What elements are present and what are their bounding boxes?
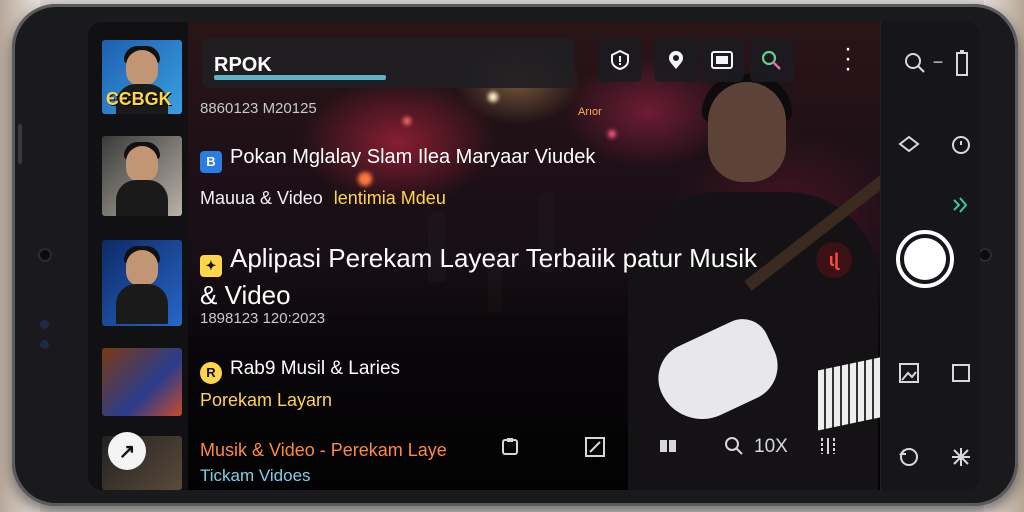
sensor-icon — [40, 320, 49, 329]
subtitle-main: Mauua & Video — [200, 188, 323, 208]
alert-shield-icon[interactable] — [598, 38, 642, 82]
list-item-title[interactable]: B Pokan Mglalay Slam Ilea Maryaar Viudek — [200, 146, 595, 173]
phone-frame: Arıor ЄЄBGK ↗ RPOK · · · 8860123 M20125 … — [12, 4, 1018, 506]
phone-side-button — [18, 124, 22, 164]
more-vertical-icon[interactable]: · · · — [840, 37, 856, 81]
thumb-face — [126, 146, 158, 182]
front-camera-icon — [38, 248, 52, 262]
list-item-meta: 1898123 120:2023 — [200, 310, 326, 327]
list-item-title-text: Pokan Mglalay Slam Ilea Maryaar Viudek — [230, 146, 596, 168]
subtitle-accent: lentimia Mdeu — [333, 188, 446, 208]
stage-light — [403, 117, 411, 125]
list-item-subtitle: Mauua & Video lentimia Mdeu — [200, 188, 446, 209]
list-item-title-featured[interactable]: ✦ Aplipasi Perekam Layear Terbaiik patur … — [200, 240, 760, 313]
battery-icon — [952, 48, 972, 78]
sensor-icon — [40, 340, 49, 349]
app-badge-icon: ✦ — [200, 255, 222, 277]
thumbnail-3[interactable] — [102, 240, 182, 326]
list-item-title-text: Aplipasi Perekam Layear Terbaiik patur M… — [200, 243, 757, 310]
cast-icon[interactable] — [700, 38, 744, 82]
thumb-title: ЄЄBGK — [106, 89, 172, 109]
rear-sensor-icon — [978, 248, 992, 262]
thumbnail-2[interactable] — [102, 136, 182, 216]
trim-icon[interactable] — [818, 436, 838, 461]
thumb-face — [126, 50, 158, 86]
clipboard-icon[interactable] — [500, 436, 520, 461]
list-item-meta: 8860123 M20125 — [200, 100, 317, 117]
shutter-button[interactable] — [896, 230, 954, 288]
list-item-title[interactable]: Musik & Video - Perekam Laye — [200, 440, 447, 461]
search-progress — [214, 75, 386, 80]
thumb-face — [126, 250, 158, 286]
thumbnail-column: ЄЄBGK ↗ — [88, 22, 188, 490]
screen: Arıor ЄЄBGK ↗ RPOK · · · 8860123 M20125 … — [88, 22, 980, 490]
search-bar[interactable]: RPOK — [202, 38, 574, 88]
guitarist-face — [708, 82, 786, 182]
share-button[interactable]: ↗ — [108, 432, 146, 470]
effects-icon[interactable] — [946, 442, 976, 472]
app-badge-icon: R — [200, 362, 222, 384]
stop-icon[interactable] — [946, 358, 976, 388]
thumb-torso — [116, 180, 168, 216]
scene-tag: Arıor — [578, 106, 602, 118]
app-badge-icon: B — [200, 151, 222, 173]
location-pin-icon[interactable] — [654, 38, 698, 82]
timer-icon[interactable] — [946, 130, 976, 160]
thumb-torso — [116, 284, 168, 324]
gallery-icon[interactable] — [894, 358, 924, 388]
zoom-search-icon[interactable] — [724, 436, 744, 461]
stage-light — [488, 92, 498, 102]
key-search-icon[interactable] — [750, 38, 794, 82]
stage-light — [358, 172, 372, 186]
edit-icon[interactable] — [584, 436, 606, 463]
layers-icon[interactable] — [894, 130, 924, 160]
minus-icon[interactable]: − — [930, 52, 946, 72]
audio-wave-icon[interactable] — [946, 190, 976, 220]
search-icon[interactable] — [900, 48, 930, 78]
thumbnail-4[interactable] — [102, 348, 182, 416]
list-item-title[interactable]: R Rab9 Musil & Laries — [200, 358, 400, 384]
zoom-level[interactable]: 10X — [754, 436, 788, 458]
stage-light — [608, 130, 616, 138]
thumbnail-1[interactable]: ЄЄBGK — [102, 40, 182, 114]
list-item-subtitle: Porekam Layarn — [200, 390, 333, 410]
switch-camera-icon[interactable] — [894, 442, 924, 472]
search-input[interactable]: RPOK — [214, 54, 272, 77]
list-item-title-text: Rab9 Musil & Laries — [230, 358, 401, 379]
list-item-subtitle: Tickam Vidoes — [200, 466, 311, 485]
split-icon[interactable] — [658, 436, 678, 461]
record-button[interactable]: ɩɭ — [816, 242, 852, 278]
